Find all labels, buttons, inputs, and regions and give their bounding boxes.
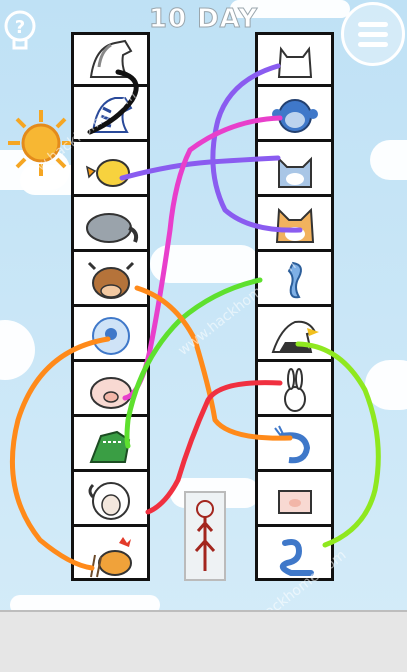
orange-line xyxy=(9,336,111,571)
purple-line xyxy=(210,63,303,233)
bottom-bar xyxy=(0,610,407,672)
purple-line xyxy=(119,155,281,181)
lime-line xyxy=(295,341,381,548)
game-stage: 10 DAY ? www.hackhome.com www.hackhome.c… xyxy=(0,0,407,672)
orange-line xyxy=(134,285,293,441)
